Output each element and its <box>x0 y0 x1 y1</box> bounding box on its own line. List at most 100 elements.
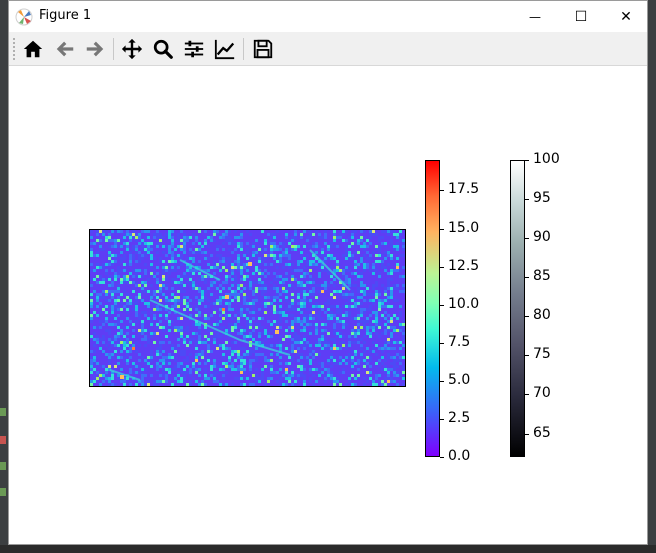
heatmap-cell <box>174 380 177 383</box>
heatmap-cell <box>210 284 213 287</box>
heatmap-cell <box>387 338 390 341</box>
heatmap-cell <box>363 242 366 245</box>
heatmap-cell <box>123 335 126 338</box>
maximize-button[interactable]: ☐ <box>558 1 604 32</box>
heatmap-cell <box>189 308 192 311</box>
heatmap-cell <box>357 269 360 272</box>
heatmap-cell <box>195 323 198 326</box>
heatmap-cell <box>258 248 261 251</box>
heatmap-cell <box>210 365 213 368</box>
figure-canvas[interactable]: 0.0 2.5 5.0 7.5 10.0 12.5 15.0 17.5 65 70 75 80 85 90… <box>9 66 647 544</box>
heatmap-cell <box>225 341 228 344</box>
heatmap-cell <box>159 344 162 347</box>
heatmap-cell <box>246 362 249 365</box>
heatmap-cell <box>180 248 183 251</box>
heatmap-cell <box>297 296 300 299</box>
heatmap-cell <box>273 323 276 326</box>
heatmap-cell <box>393 299 396 302</box>
heatmap-cell <box>300 353 303 356</box>
heatmap-cell <box>324 242 327 245</box>
heatmap-cell <box>177 338 180 341</box>
heatmap-cell <box>369 314 372 317</box>
heatmap-cell <box>210 236 213 239</box>
heatmap-cell <box>174 377 177 380</box>
heatmap-cell <box>162 308 165 311</box>
heatmap-cell <box>180 245 183 248</box>
heatmap-cell <box>147 245 150 248</box>
heatmap-cell <box>105 320 108 323</box>
configure-subplots-button[interactable] <box>180 36 208 62</box>
heatmap-cell <box>159 308 162 311</box>
heatmap-cell <box>357 290 360 293</box>
heatmap-cell <box>351 359 354 362</box>
save-button[interactable] <box>249 36 277 62</box>
back-button[interactable] <box>51 36 79 62</box>
heatmap-cell <box>345 293 348 296</box>
toolbar-grip[interactable] <box>13 38 15 60</box>
heatmap-cell <box>171 383 174 386</box>
heatmap-cell <box>339 308 342 311</box>
heatmap-cell <box>276 326 279 329</box>
heatmap-cell <box>102 278 105 281</box>
heatmap-cell <box>285 278 288 281</box>
heatmap-cell <box>219 284 222 287</box>
zoom-button[interactable] <box>149 36 177 62</box>
heatmap-cell <box>357 374 360 377</box>
heatmap-cell <box>294 236 297 239</box>
close-button[interactable]: ✕ <box>603 1 649 32</box>
heatmap-cell <box>150 353 153 356</box>
heatmap-cell <box>375 290 378 293</box>
heatmap-cell <box>309 347 312 350</box>
heatmap-cell <box>180 362 183 365</box>
heatmap-cell <box>351 383 354 386</box>
heatmap-cell <box>324 374 327 377</box>
heatmap-cell <box>306 236 309 239</box>
home-button[interactable] <box>19 36 47 62</box>
heatmap-cell <box>375 260 378 263</box>
heatmap-cell <box>189 269 192 272</box>
heatmap-cell <box>141 230 144 233</box>
minimize-button[interactable]: — <box>512 1 558 32</box>
heatmap-cell <box>231 263 234 266</box>
heatmap-cell <box>192 269 195 272</box>
heatmap-cell <box>186 281 189 284</box>
heatmap-cell <box>285 362 288 365</box>
heatmap-cell <box>402 326 405 329</box>
heatmap-cell <box>147 290 150 293</box>
heatmap-cell <box>324 341 327 344</box>
heatmap-cell <box>246 230 249 233</box>
heatmap-cell <box>144 383 147 386</box>
heatmap-cell <box>132 302 135 305</box>
heatmap-cell <box>258 353 261 356</box>
forward-button[interactable] <box>81 36 109 62</box>
heatmap-cell <box>318 341 321 344</box>
heatmap-cell <box>174 281 177 284</box>
heatmap-cell <box>243 377 246 380</box>
heatmap-cell <box>162 368 165 371</box>
heatmap-cell <box>111 377 114 380</box>
heatmap-cell <box>324 260 327 263</box>
heatmap-cell <box>294 248 297 251</box>
heatmap-cell <box>387 356 390 359</box>
heatmap-cell <box>369 293 372 296</box>
heatmap-cell <box>306 272 309 275</box>
heatmap-cell <box>144 344 147 347</box>
heatmap-cell <box>315 305 318 308</box>
edit-axis-button[interactable] <box>211 36 239 62</box>
heatmap-cell <box>213 302 216 305</box>
heatmap-cell <box>333 347 336 350</box>
heatmap-cell <box>183 338 186 341</box>
heatmap-cell <box>186 344 189 347</box>
heatmap-cell <box>219 314 222 317</box>
heatmap-cell <box>327 371 330 374</box>
heatmap-cell <box>135 239 138 242</box>
heatmap-cell <box>144 236 147 239</box>
heatmap-cell <box>111 245 114 248</box>
heatmap-cell <box>333 284 336 287</box>
pan-button[interactable] <box>118 36 146 62</box>
heatmap-cell <box>279 341 282 344</box>
heatmap-cell <box>354 302 357 305</box>
heatmap-cell <box>225 383 228 386</box>
heatmap-cell <box>123 347 126 350</box>
heatmap-cell <box>258 323 261 326</box>
